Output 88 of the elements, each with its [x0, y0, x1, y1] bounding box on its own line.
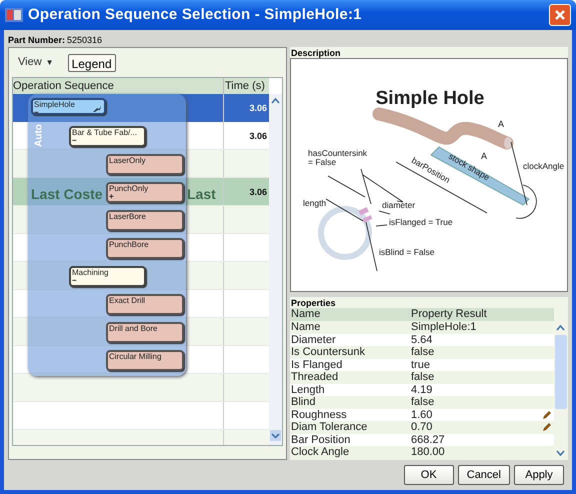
- sequence-node[interactable]: Drill and Bore: [106, 322, 184, 343]
- property-row[interactable]: Bar Position 668.27: [290, 434, 554, 446]
- property-name: Diam Tolerance: [290, 421, 368, 434]
- property-value: 4.19: [411, 384, 434, 396]
- property-value[interactable]: 0.70: [411, 421, 554, 434]
- diagram-label: isFlanged = True: [389, 217, 453, 227]
- property-value: true: [411, 358, 431, 371]
- sequence-node[interactable]: SimpleHole −: [31, 98, 106, 115]
- property-value: 5.64: [411, 334, 434, 346]
- time-cell: 3.06: [249, 103, 267, 113]
- diagram-label: A: [481, 151, 488, 161]
- table-row[interactable]: SimpleHole − 3.06: [13, 94, 269, 122]
- property-name: Roughness: [290, 408, 348, 421]
- dialog-button[interactable]: Apply: [514, 465, 564, 485]
- scroll-thumb[interactable]: [555, 335, 567, 409]
- property-name: Is Countersunk: [290, 346, 366, 358]
- property-value: false: [411, 396, 436, 408]
- diagram-label: hasCountersink: [308, 148, 368, 158]
- diagram-label: A: [498, 119, 504, 129]
- property-name: Bar Position: [290, 434, 352, 446]
- sequence-node[interactable]: Circular Milling: [106, 350, 184, 371]
- diagram-label: isBlind = False: [379, 247, 435, 257]
- diagram-label: clockAngle: [523, 161, 564, 171]
- scrollbar[interactable]: [269, 94, 282, 445]
- table-row[interactable]: LaserBore: [13, 206, 269, 234]
- property-name: Name: [290, 321, 322, 334]
- column-header[interactable]: Property Result: [411, 308, 554, 321]
- description-heading: Description: [290, 47, 568, 58]
- part-number-value: 5250316: [67, 34, 102, 47]
- diagram-label: length: [303, 198, 326, 208]
- view-menu[interactable]: View ▼: [18, 54, 54, 71]
- part-number-label: Part Number:: [8, 34, 66, 47]
- last-costed-label: Last: [187, 185, 216, 204]
- table-row[interactable]: Exact Drill: [13, 290, 269, 318]
- property-value: 180.00: [411, 446, 446, 458]
- sequence-node[interactable]: LaserBore: [106, 210, 184, 231]
- properties-heading: Properties: [290, 297, 568, 308]
- ring-drawing: [318, 206, 372, 260]
- legend-button[interactable]: Legend: [68, 54, 116, 72]
- property-value: 668.27: [411, 434, 446, 446]
- sequence-node[interactable]: Bar & Tube Fab/... −: [69, 126, 146, 147]
- time-cell: 3.06: [249, 187, 267, 197]
- property-name: Is Flanged: [290, 358, 344, 371]
- close-icon: [554, 9, 566, 21]
- app-icon: [5, 7, 23, 23]
- diagram-label: = False: [308, 157, 336, 167]
- column-header[interactable]: Operation Sequence: [13, 78, 223, 94]
- property-row[interactable]: Is Flanged true: [290, 358, 554, 371]
- scroll-up-icon[interactable]: [271, 97, 280, 105]
- sequence-node[interactable]: Exact Drill: [106, 294, 184, 315]
- hole-drawing: [358, 207, 372, 222]
- scroll-up-icon[interactable]: [556, 324, 565, 332]
- scroll-down-icon[interactable]: [270, 430, 281, 441]
- time-cell: 3.06: [249, 131, 267, 141]
- table-row[interactable]: PunchBore: [13, 234, 269, 262]
- property-name: Diameter: [290, 334, 337, 346]
- table-row[interactable]: [13, 374, 269, 402]
- property-value: SimpleHole:1: [411, 321, 478, 334]
- property-row[interactable]: Diam Tolerance 0.70: [290, 421, 554, 434]
- property-name: Blind: [290, 396, 316, 408]
- group-label: Auto: [32, 123, 46, 149]
- close-button[interactable]: [549, 4, 571, 26]
- diagram-label: diameter: [382, 200, 416, 210]
- sequence-node[interactable]: PunchOnly +: [106, 182, 184, 203]
- column-header[interactable]: Name: [290, 308, 411, 321]
- sequence-node[interactable]: PunchBore: [106, 238, 184, 259]
- property-row[interactable]: Roughness 1.60: [290, 408, 554, 421]
- tool-icon: [93, 106, 101, 112]
- dialog-button[interactable]: Cancel: [458, 465, 510, 485]
- sequence-node[interactable]: LaserOnly: [106, 154, 184, 175]
- table-row[interactable]: Machining −: [13, 262, 269, 290]
- table-row[interactable]: Drill and Bore: [13, 318, 269, 346]
- property-name: Clock Angle: [290, 446, 350, 458]
- property-name: Threaded: [290, 371, 340, 384]
- property-value: false: [411, 371, 436, 384]
- dialog-button[interactable]: OK: [404, 465, 454, 485]
- window-title: Operation Sequence Selection - SimpleHole:1: [28, 4, 363, 25]
- table-row[interactable]: Circular Milling: [13, 346, 269, 374]
- scroll-down-icon[interactable]: [556, 449, 565, 457]
- table-row[interactable]: LaserOnly: [13, 150, 269, 178]
- property-name: Length: [290, 384, 326, 396]
- property-value: false: [411, 346, 436, 358]
- sequence-node[interactable]: Machining −: [69, 266, 146, 287]
- diagram-title: Simple Hole: [376, 88, 484, 109]
- last-costed-label: Last Coste: [31, 185, 103, 204]
- property-row[interactable]: Length 4.19: [290, 384, 554, 396]
- property-value[interactable]: 1.60: [411, 408, 554, 421]
- property-row[interactable]: Diameter 5.64: [290, 334, 554, 346]
